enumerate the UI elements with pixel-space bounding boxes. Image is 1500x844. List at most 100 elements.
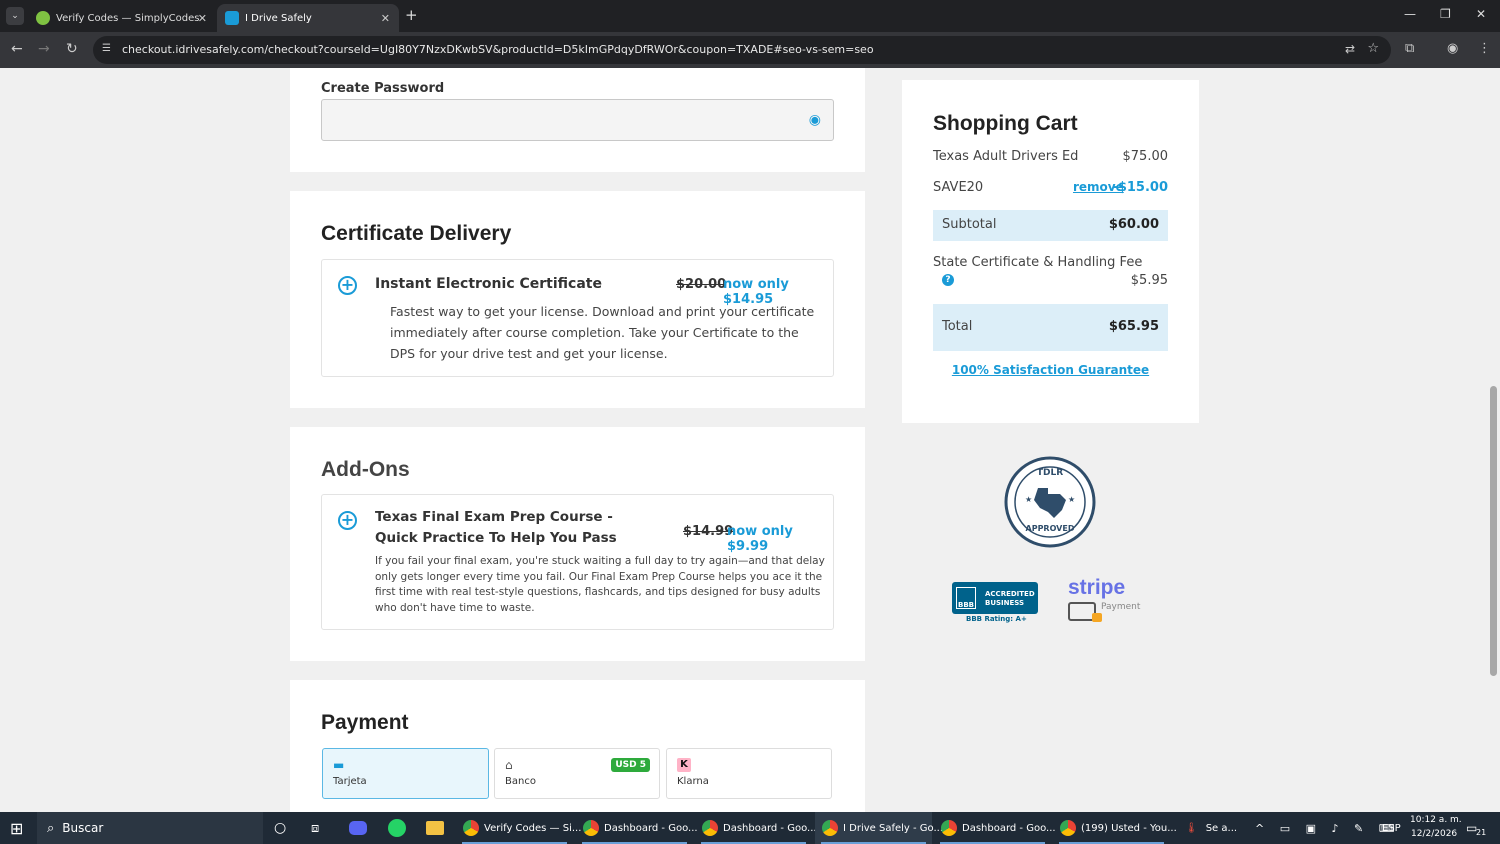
weather-widget[interactable]: 🌡 Se a... [1185,812,1237,844]
minimize-button[interactable]: — [1404,7,1416,21]
certificate-description: Fastest way to get your license. Downloa… [390,304,815,361]
profile-icon[interactable]: ◉ [1447,41,1458,56]
taskbar-app-label: Dashboard - Goo... [962,822,1056,834]
url-text[interactable]: checkout.idrivesafely.com/checkout?cours… [122,43,874,56]
back-button[interactable]: ← [11,41,23,57]
certificate-option-title: Instant Electronic Certificate [375,276,602,292]
start-windows-icon[interactable]: ⊞ [10,812,23,844]
sale-price: now only $9.99 [727,524,793,554]
certificate-card: Certificate Delivery + Instant Electroni… [290,191,865,408]
language-indicator[interactable]: ESP [1382,812,1401,844]
tdlr-badge-top-text: TDLR [1036,468,1064,478]
taskbar-app-label: (199) Usted - You... [1081,822,1177,834]
card-icon: ▬ [333,758,345,772]
payment-method-label: Tarjeta [333,776,367,787]
chrome-icon [463,820,479,836]
subtotal-label: Subtotal [942,217,997,232]
tab-search-button[interactable]: ⌄ [6,7,24,25]
addon-option[interactable]: + Texas Final Exam Prep Course - Quick P… [321,494,834,630]
chrome-icon [941,820,957,836]
coupon-code: SAVE20 [933,180,984,195]
scrollbar-thumb[interactable] [1490,386,1497,676]
cart-title: Shopping Cart [933,112,1078,135]
bbb-accredited-badge: BBB ACCREDITED BUSINESS BBB Rating: A+ [952,582,1039,626]
chrome-icon [822,820,838,836]
tab-idrivesafely[interactable]: I Drive Safely ✕ [217,4,399,32]
bank-icon: ⌂ [505,758,513,772]
certificate-option[interactable]: + Instant Electronic Certificate $20.00 … [321,259,834,377]
file-explorer-icon[interactable] [426,812,444,844]
clock-date[interactable]: 12/2/2026 [1411,829,1457,839]
satisfaction-guarantee-link[interactable]: 100% Satisfaction Guarantee [902,363,1199,377]
taskbar-app-active[interactable]: I Drive Safely - Go... [815,812,943,844]
whatsapp-icon[interactable] [388,812,406,844]
payment-method-bank[interactable]: ⌂ Banco USD 5 [494,748,660,799]
address-bar[interactable]: ☰ checkout.idrivesafely.com/checkout?cou… [93,36,1391,64]
close-window-button[interactable]: ✕ [1476,7,1486,21]
task-view-icon[interactable]: ⧈ [311,812,319,844]
klarna-icon: K [677,758,691,772]
payment-card: Payment ▬ Tarjeta ⌂ Banco USD 5 K Klarna [290,680,865,812]
site-info-icon[interactable]: ☰ [102,43,111,54]
taskbar-app-label: Verify Codes — Si... [484,822,582,834]
total-row: Total $65.95 [933,304,1168,351]
tab-title: Verify Codes — SimplyCodes [56,12,200,24]
notification-count: 21 [1476,828,1487,837]
clock-time[interactable]: 10:12 a. m. [1410,815,1462,825]
addons-card: Add-Ons + Texas Final Exam Prep Course -… [290,427,865,661]
close-icon[interactable]: ✕ [381,12,390,25]
bbb-logo-icon: BBB [956,587,976,609]
bank-discount-badge: USD 5 [611,758,650,772]
reload-button[interactable]: ↻ [66,41,78,57]
tab-verify-codes[interactable]: Verify Codes — SimplyCodes ✕ [28,4,216,32]
page-scrollbar[interactable] [1488,68,1500,812]
eye-icon[interactable]: ◉ [809,112,821,128]
taskbar-search[interactable]: ⌕ Buscar [37,812,263,844]
svg-text:★: ★ [1025,495,1032,504]
menu-icon[interactable]: ⋮ [1478,41,1491,56]
taskbar-app-label: Dashboard - Goo... [723,822,817,834]
close-icon[interactable]: ✕ [198,12,207,25]
password-label: Create Password [321,81,445,96]
maximize-button[interactable]: ❐ [1440,7,1451,21]
taskbar-app[interactable]: Verify Codes — Si... [456,812,581,844]
system-tray-icons[interactable]: ^ ▭ ▣ ♪ ✎ ⌨ [1255,812,1401,844]
translate-icon[interactable]: ⇄ [1345,42,1355,56]
help-icon[interactable]: ? [942,274,954,286]
old-price: $20.00 [676,277,727,292]
payment-method-label: Banco [505,776,536,787]
fee-value: $5.95 [1130,273,1168,288]
addons-heading: Add-Ons [321,458,410,481]
subtotal-row: Subtotal $60.00 [933,210,1168,241]
tab-title: I Drive Safely [245,12,312,24]
payment-method-card[interactable]: ▬ Tarjeta [322,748,489,799]
taskbar-app-label: I Drive Safely - Go... [843,822,944,834]
weather-text: Se a... [1205,822,1238,834]
cortana-icon[interactable]: ○ [274,812,286,844]
forward-button[interactable]: → [38,41,50,57]
chrome-icon [1060,820,1076,836]
payment-method-klarna[interactable]: K Klarna [666,748,832,799]
new-tab-button[interactable]: + [405,6,418,24]
total-value: $65.95 [1108,319,1159,334]
stripe-sub-text: Payment [1101,602,1141,612]
add-plus-icon[interactable]: + [338,511,357,530]
fee-label: State Certificate & Handling Fee [933,255,1143,270]
taskbar-app[interactable]: Dashboard - Goo... [695,812,817,844]
addon-title-line1: Texas Final Exam Prep Course - [375,509,613,525]
taskbar-app[interactable]: (199) Usted - You... [1053,812,1177,844]
password-input[interactable]: ◉ [321,99,834,141]
add-plus-icon[interactable]: + [338,276,357,295]
discord-icon[interactable] [349,812,367,844]
addon-title-line2: Quick Practice To Help You Pass [375,530,617,546]
taskbar-app[interactable]: Dashboard - Goo... [934,812,1056,844]
extensions-icon[interactable]: ⧉ [1405,41,1414,56]
tdlr-badge-bottom-text: APPROVED [1025,524,1075,533]
taskbar-app[interactable]: Dashboard - Goo... [576,812,698,844]
lock-icon [1092,613,1102,622]
bookmark-star-icon[interactable]: ☆ [1367,41,1379,56]
stripe-logo: stripe [1068,576,1126,599]
windows-taskbar: ⊞ ⌕ Buscar ○ ⧈ Verify Codes — Si... Dash… [0,812,1500,844]
bbb-rating: BBB Rating: A+ [966,615,1027,623]
taskbar-search-text: Buscar [62,821,104,835]
